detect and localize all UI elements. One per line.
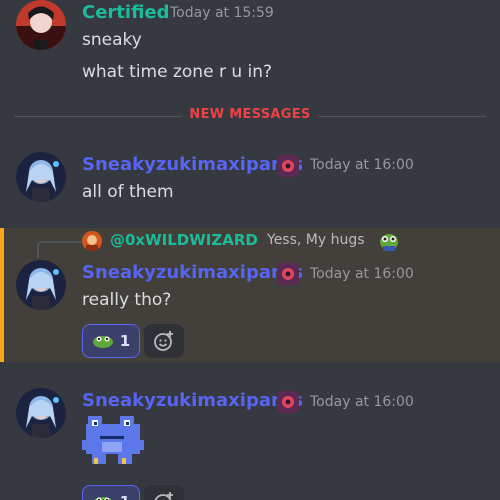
username[interactable]: Sneakyzukimaxipants: [82, 154, 303, 175]
pepe-emoji-icon: [92, 336, 113, 348]
user-avatar-icon: [16, 388, 66, 438]
pepe-emoji-icon: [378, 230, 400, 252]
server-badge-icon: [277, 155, 299, 177]
timestamp: Today at 16:00: [310, 266, 414, 282]
avatar[interactable]: [16, 152, 66, 202]
username[interactable]: Sneakyzukimaxipants: [82, 390, 303, 411]
avatar[interactable]: [16, 260, 66, 310]
reaction-count: 1: [119, 332, 131, 350]
reaction-pepe[interactable]: 1: [82, 324, 140, 358]
message-text: all of them: [82, 182, 174, 202]
avatar[interactable]: [16, 388, 66, 438]
timestamp: Today at 16:00: [310, 157, 414, 173]
timestamp: Today at 15:59: [170, 5, 274, 21]
reply-username[interactable]: @0xWILDWIZARD: [110, 231, 258, 249]
reply-avatar[interactable]: [82, 231, 102, 251]
avatar[interactable]: [16, 0, 66, 50]
username[interactable]: Sneakyzukimaxipants: [82, 262, 303, 283]
new-messages-divider: NEW MESSAGES: [14, 107, 486, 122]
timestamp: Today at 16:00: [310, 394, 414, 410]
user-avatar-icon: [16, 260, 66, 310]
reaction-count: 1: [120, 493, 130, 500]
reaction-pepe[interactable]: 1: [82, 485, 140, 500]
add-reaction-button[interactable]: [144, 485, 184, 500]
message-text: really tho?: [82, 290, 172, 310]
user-avatar-icon: [16, 0, 66, 50]
new-messages-label: NEW MESSAGES: [181, 107, 319, 122]
server-badge-icon: [277, 391, 299, 413]
reply-text[interactable]: Yess, My hugs: [267, 232, 365, 248]
server-badge-icon: [277, 263, 299, 285]
add-reaction-icon: [154, 331, 173, 351]
add-reaction-icon: [154, 492, 173, 500]
message-text: sneaky: [82, 30, 142, 50]
reply-connector-icon: [37, 241, 82, 258]
reply-avatar-icon: [82, 231, 102, 251]
pepe-emoji-icon: [94, 497, 112, 500]
add-reaction-button[interactable]: [144, 324, 184, 358]
username[interactable]: Certified: [82, 2, 170, 23]
user-avatar-icon: [16, 152, 66, 202]
frog-sticker-icon: [82, 412, 144, 470]
message-text: what time zone r u in?: [82, 62, 273, 82]
